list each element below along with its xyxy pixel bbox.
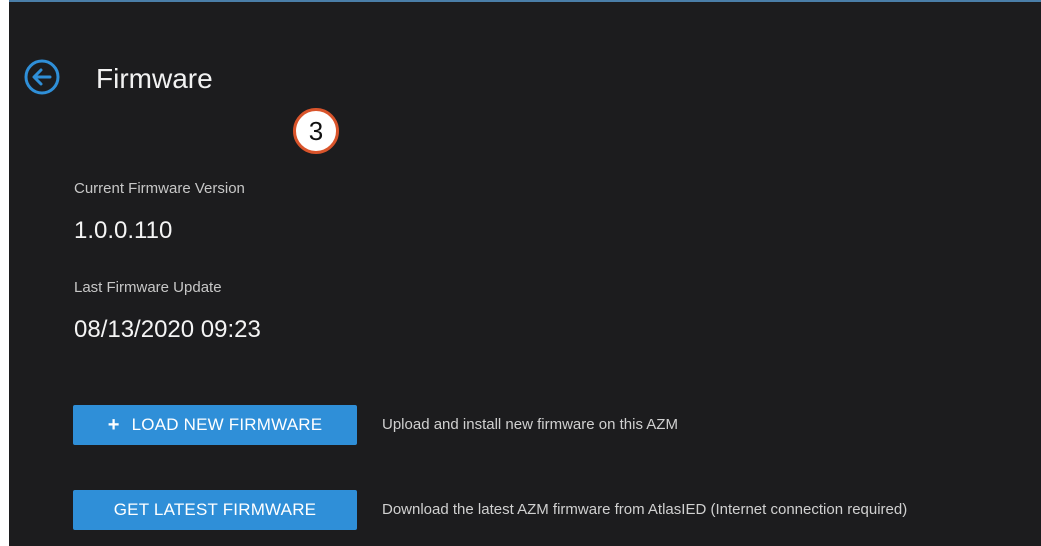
get-latest-firmware-button[interactable]: GET LATEST FIRMWARE <box>73 490 357 530</box>
last-firmware-update-label: Last Firmware Update <box>74 279 222 296</box>
step-number-badge: 3 <box>293 108 339 154</box>
last-firmware-update-value: 08/13/2020 09:23 <box>74 316 261 343</box>
get-latest-firmware-description: Download the latest AZM firmware from At… <box>382 501 908 518</box>
current-firmware-version-value: 1.0.0.110 <box>74 217 173 244</box>
load-new-firmware-button[interactable]: + LOAD NEW FIRMWARE <box>73 405 357 445</box>
get-latest-firmware-label: GET LATEST FIRMWARE <box>113 500 317 519</box>
back-button[interactable] <box>23 58 61 96</box>
firmware-panel: Firmware 3 Current Firmware Version 1.0.… <box>9 0 1041 546</box>
load-new-firmware-description: Upload and install new firmware on this … <box>382 416 678 433</box>
plus-icon: + <box>107 414 120 436</box>
arrow-left-circle-icon <box>24 59 60 95</box>
current-firmware-version-label: Current Firmware Version <box>74 180 245 197</box>
page-title: Firmware <box>96 63 213 94</box>
load-new-firmware-label: LOAD NEW FIRMWARE <box>131 415 323 434</box>
